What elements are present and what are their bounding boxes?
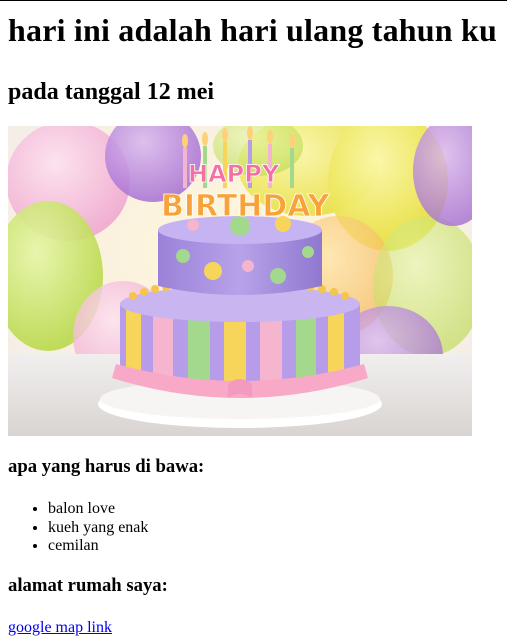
cake-topper-birthday: BIRTHDAY <box>161 189 331 224</box>
list-item: kueh yang enak <box>48 519 499 538</box>
bring-list-title: apa yang harus di bawa: <box>8 456 205 477</box>
list-item: balon love <box>48 500 499 519</box>
page-subtitle: pada tanggal 12 mei <box>8 79 215 105</box>
address-title: alamat rumah saya: <box>8 574 168 596</box>
cake-topper-happy: HAPPY <box>188 160 280 188</box>
google-map-link[interactable]: google map link <box>8 619 112 637</box>
list-item: cemilan <box>48 537 499 556</box>
birthday-cake-image: HAPPY BIRTHDAY <box>8 126 472 436</box>
page-content: hari ini adalah hari ulang tahun ku pada… <box>8 0 499 637</box>
bring-list: balon love kueh yang enak cemilan <box>8 500 499 556</box>
page-title: hari ini adalah hari ulang tahun ku <box>8 12 497 48</box>
